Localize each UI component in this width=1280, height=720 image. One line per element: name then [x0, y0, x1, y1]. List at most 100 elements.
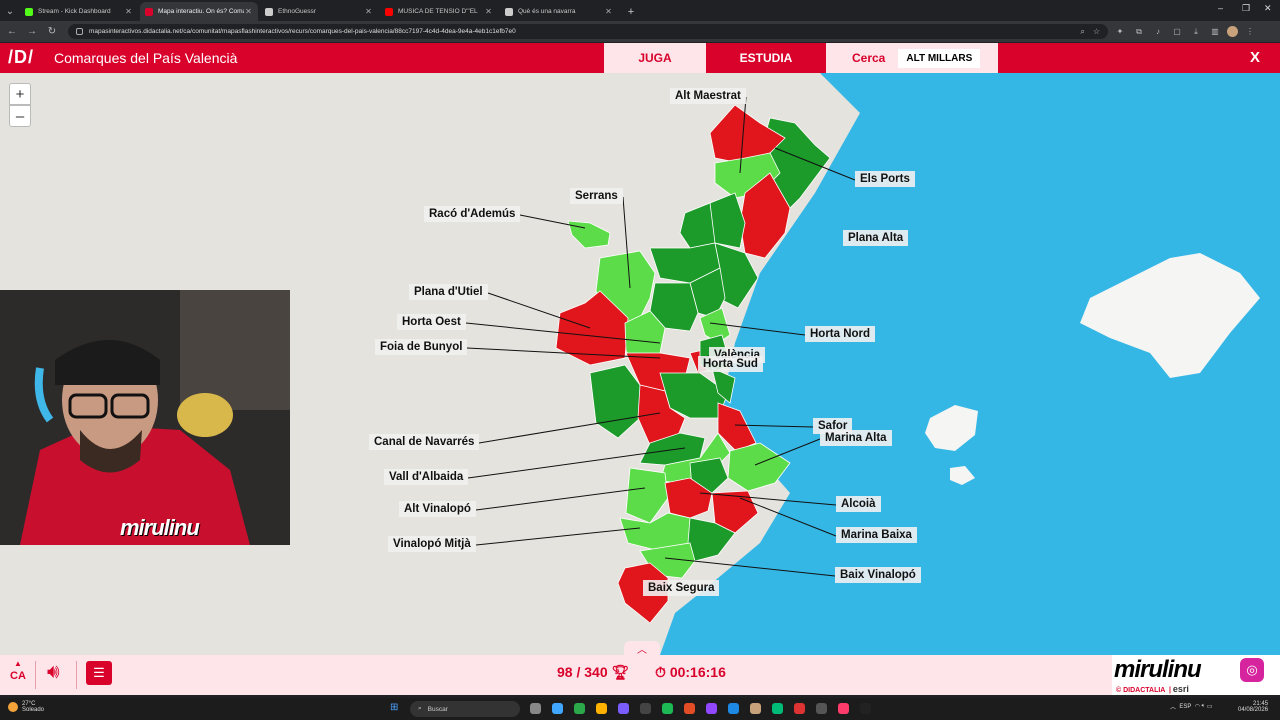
- weather-status: Soleado: [22, 707, 45, 713]
- back-icon[interactable]: ←: [4, 24, 20, 40]
- taskbar-app-icon[interactable]: [838, 703, 849, 714]
- zoom-in-button[interactable]: +: [9, 83, 31, 105]
- taskbar-app-icon[interactable]: [574, 703, 585, 714]
- zoom-out-button[interactable]: –: [9, 105, 31, 127]
- taskbar-search[interactable]: ⌕ Buscar: [410, 701, 520, 717]
- tab-close-icon[interactable]: ✕: [484, 7, 493, 16]
- tab-close-icon[interactable]: ✕: [604, 7, 613, 16]
- url-text: mapasinteractivos.didactalia.net/ca/comu…: [89, 28, 516, 35]
- browser-tab[interactable]: EthnoGuessr ✕: [260, 2, 378, 21]
- tab-search-icon[interactable]: ⌄: [0, 1, 20, 21]
- score-value: 98 / 340: [557, 664, 608, 680]
- browser-tab[interactable]: MÚSICA DE TENSIÓ D'"EL ✕: [380, 2, 498, 21]
- tab-close-icon[interactable]: ✕: [244, 7, 253, 16]
- taskbar-app-icon[interactable]: [728, 703, 739, 714]
- puzzle-icon[interactable]: ⧉: [1132, 25, 1146, 39]
- tab-close-icon[interactable]: ✕: [364, 7, 373, 16]
- taskbar-app-icon[interactable]: [816, 703, 827, 714]
- tab-group-icon[interactable]: ▢: [1170, 25, 1184, 39]
- tab-list: Stream - Kick Dashboard ✕ Mapa interactiu.…: [20, 2, 620, 21]
- region-label: Racó d'Ademús: [424, 206, 521, 222]
- battery-icon[interactable]: ▭: [1207, 703, 1213, 710]
- taskbar-search-label: Buscar: [427, 705, 448, 713]
- taskbar-app-icon[interactable]: [684, 703, 695, 714]
- input-language[interactable]: ESP: [1179, 704, 1191, 710]
- taskbar-app-icon[interactable]: [750, 703, 761, 714]
- streamer-photo: [0, 290, 290, 545]
- browser-tabstrip: ⌄ Stream - Kick Dashboard ✕ Mapa interacti…: [0, 0, 1280, 21]
- page-title: Comarques del País Valencià: [54, 50, 238, 66]
- reload-icon[interactable]: ↻: [44, 24, 60, 40]
- language-code: CA: [10, 670, 26, 682]
- tab-favicon-icon: [25, 7, 33, 16]
- region-label: Els Ports: [855, 171, 915, 187]
- tab-study[interactable]: ESTUDIA: [706, 43, 826, 73]
- new-tab-button[interactable]: +: [623, 4, 639, 20]
- esri-logo: esri: [1172, 684, 1189, 694]
- comments-icon[interactable]: ☰: [86, 661, 112, 685]
- taskbar-app-icon[interactable]: [552, 703, 563, 714]
- taskbar-app-icon[interactable]: [596, 703, 607, 714]
- zoom-lens-icon[interactable]: ⌕: [1080, 27, 1084, 37]
- close-game-button[interactable]: X: [1250, 49, 1260, 66]
- tab-favicon-icon: [385, 7, 393, 16]
- windows-start-icon[interactable]: ⊞: [390, 702, 403, 715]
- region-label: Alcoià: [836, 496, 881, 512]
- browser-tab[interactable]: Stream - Kick Dashboard ✕: [20, 2, 138, 21]
- divider: [76, 661, 77, 689]
- minimize-icon[interactable]: –: [1218, 3, 1223, 13]
- window-close-icon[interactable]: ✕: [1264, 3, 1272, 14]
- taskbar-app-icon[interactable]: [662, 703, 673, 714]
- wifi-icon[interactable]: ◠: [1195, 703, 1200, 710]
- system-tray: ︿ ESP ◠ 🔈︎ ▭: [1170, 702, 1213, 711]
- sound-icon[interactable]: 🔊︎: [47, 661, 60, 684]
- taskbar-app-icon[interactable]: [794, 703, 805, 714]
- profile-avatar[interactable]: [1227, 26, 1238, 37]
- tab-favicon-icon: [505, 7, 513, 16]
- maximize-icon[interactable]: ❐: [1242, 3, 1250, 14]
- split-icon[interactable]: ▥: [1208, 25, 1222, 39]
- app-header: /D/ Comarques del País Valencià JUGA EST…: [0, 43, 1280, 73]
- taskbar-app-icon[interactable]: [530, 703, 541, 714]
- taskbar-app-icon[interactable]: [706, 703, 717, 714]
- target-region: ALT MILLARS: [898, 48, 981, 68]
- region-label: Horta Oest: [397, 314, 466, 330]
- webcam-watermark: mirulinu: [120, 515, 200, 540]
- sun-icon: [8, 702, 18, 712]
- expand-panel-button[interactable]: ︿: [624, 641, 660, 656]
- taskbar-clock[interactable]: 21:45 04/08/2026: [1238, 701, 1268, 713]
- url-input[interactable]: mapasinteractivos.didactalia.net/ca/comu…: [68, 24, 1108, 39]
- forward-icon[interactable]: →: [24, 24, 40, 40]
- region-label: Foia de Bunyol: [375, 339, 468, 355]
- instagram-icon: ◎: [1240, 658, 1264, 682]
- tab-play[interactable]: JUGA: [604, 43, 706, 73]
- taskbar-app-icon[interactable]: [772, 703, 783, 714]
- menu-kebab-icon[interactable]: ⋮: [1243, 25, 1257, 39]
- os-taskbar: 27°C Soleado ⊞ ⌕ Buscar ︿ ESP ◠ 🔈︎ ▭ 21:…: [0, 698, 1280, 720]
- weather-widget[interactable]: 27°C Soleado: [8, 701, 44, 713]
- tab-title: EthnoGuessr: [278, 8, 316, 15]
- region-label: Alt Maestrat: [670, 88, 746, 104]
- tab-favicon-icon: [265, 7, 273, 16]
- region-label: Baix Vinalopó: [835, 567, 921, 583]
- didactalia-logo[interactable]: /D/: [8, 47, 34, 68]
- bookmark-star-icon[interactable]: ☆: [1093, 27, 1100, 36]
- download-icon[interactable]: ⤓: [1189, 25, 1203, 39]
- extension-icon[interactable]: ✦: [1113, 25, 1127, 39]
- media-icon[interactable]: ♪: [1151, 25, 1165, 39]
- browser-tab[interactable]: Què és una navarra ✕: [500, 2, 618, 21]
- streamer-brand: mirulinu ◎ © DIDACTALIA | esri: [1112, 655, 1280, 695]
- taskbar-app-icon[interactable]: [618, 703, 629, 714]
- site-info-icon[interactable]: [76, 28, 83, 35]
- tab-search[interactable]: Cerca ALT MILLARS: [826, 43, 998, 73]
- taskbar-app-icon[interactable]: [860, 703, 871, 714]
- tray-chevron-icon[interactable]: ︿: [1170, 702, 1176, 711]
- browser-tab[interactable]: Mapa interactiu. On és? Comar ✕: [140, 2, 258, 21]
- volume-icon[interactable]: 🔈︎: [1202, 703, 1206, 710]
- region-label: Baix Segura: [643, 580, 720, 596]
- language-selector[interactable]: ▲ CA: [7, 659, 29, 682]
- bottom-bar: ︿ ▲ CA 🔊︎ ☰ 98 / 340 🏆︎ ⏱︎ 00:16:16 miru…: [0, 641, 1280, 695]
- taskbar-app-icon[interactable]: [640, 703, 651, 714]
- tab-title: Mapa interactiu. On és? Comar: [158, 8, 244, 15]
- tab-close-icon[interactable]: ✕: [124, 7, 133, 16]
